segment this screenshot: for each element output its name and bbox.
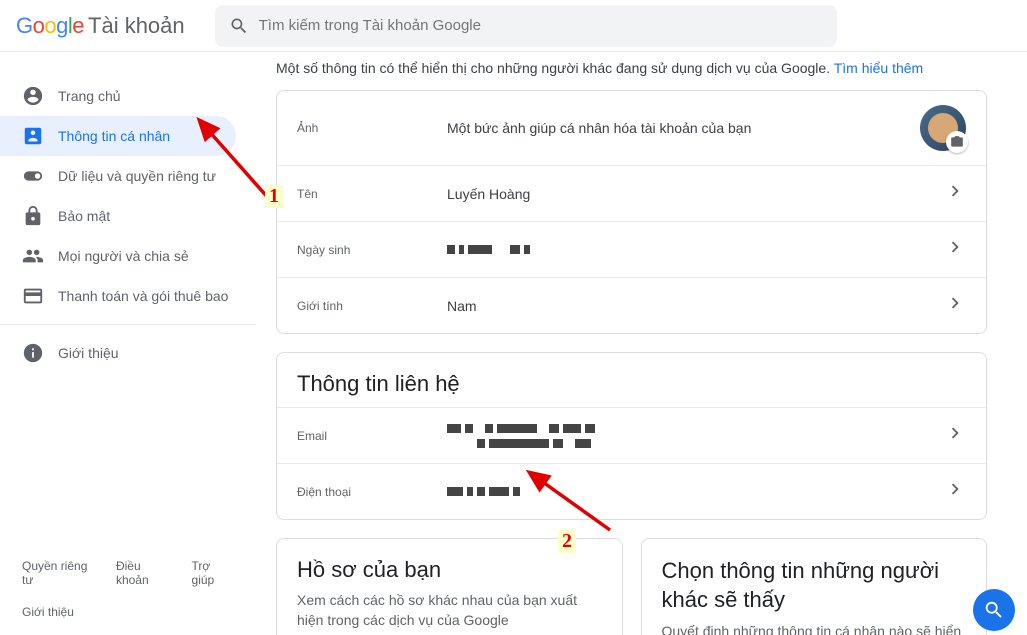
chevron-right-icon xyxy=(944,292,966,319)
card-title: Chọn thông tin những người khác sẽ thấy xyxy=(662,557,967,614)
card-description: Quyết định những thông tin cá nhân nào s… xyxy=(662,622,967,635)
visibility-card[interactable]: Chọn thông tin những người khác sẽ thấy … xyxy=(641,538,988,635)
row-label: Giới tính xyxy=(297,299,447,313)
row-value: Luyến Hoàng xyxy=(447,186,944,202)
floating-search-button[interactable] xyxy=(973,589,1015,631)
sidebar-item-home[interactable]: Trang chủ xyxy=(0,76,236,116)
row-email[interactable]: Email xyxy=(277,407,986,463)
sidebar-item-security[interactable]: Bảo mật xyxy=(0,196,236,236)
camera-icon xyxy=(950,135,964,149)
search-icon xyxy=(229,16,249,36)
footer-link-privacy[interactable]: Quyền riêng tư xyxy=(22,559,98,587)
user-circle-icon xyxy=(22,85,44,107)
app-name: Tài khoản xyxy=(88,13,185,39)
lock-icon xyxy=(22,205,44,227)
sidebar-item-label: Thông tin cá nhân xyxy=(58,128,170,144)
contact-info-card: Thông tin liên hệ Email Điện thoại xyxy=(276,352,987,520)
sidebar: Trang chủ Thông tin cá nhân Dữ liệu và q… xyxy=(0,52,256,635)
row-label: Email xyxy=(297,429,447,443)
row-label: Ngày sinh xyxy=(297,243,447,257)
chevron-right-icon xyxy=(944,180,966,207)
google-logo-group[interactable]: Google Tài khoản xyxy=(16,13,185,39)
sidebar-item-label: Thanh toán và gói thuê bao xyxy=(58,288,228,304)
card-title: Thông tin liên hệ xyxy=(277,353,986,407)
row-label: Tên xyxy=(297,187,447,201)
sidebar-item-label: Dữ liệu và quyền riêng tư xyxy=(58,168,216,184)
card-icon xyxy=(22,285,44,307)
card-description: Xem cách các hồ sơ khác nhau của bạn xuấ… xyxy=(297,591,602,630)
info-icon xyxy=(22,342,44,364)
row-value-redacted xyxy=(447,487,944,496)
row-value: Nam xyxy=(447,298,944,314)
row-value-redacted xyxy=(447,245,944,254)
people-icon xyxy=(22,245,44,267)
sidebar-item-about[interactable]: Giới thiệu xyxy=(0,333,236,373)
chevron-right-icon xyxy=(944,478,966,505)
search-bar[interactable] xyxy=(215,5,837,47)
intro-text: Một số thông tin có thể hiển thị cho nhữ… xyxy=(276,60,834,76)
toggle-icon xyxy=(22,165,44,187)
footer-link-help[interactable]: Trợ giúp xyxy=(192,559,234,587)
sidebar-item-personal-info[interactable]: Thông tin cá nhân xyxy=(0,116,236,156)
id-card-icon xyxy=(22,125,44,147)
profile-card[interactable]: Hồ sơ của bạn Xem cách các hồ sơ khác nh… xyxy=(276,538,623,635)
sidebar-item-label: Bảo mật xyxy=(58,208,110,224)
row-photo[interactable]: Ảnh Một bức ảnh giúp cá nhân hóa tài kho… xyxy=(277,91,986,165)
row-value-redacted xyxy=(447,424,944,448)
row-phone[interactable]: Điện thoại xyxy=(277,463,986,519)
search-input[interactable] xyxy=(259,17,823,34)
footer-link-terms[interactable]: Điều khoản xyxy=(116,559,174,587)
sidebar-item-label: Mọi người và chia sẻ xyxy=(58,248,189,264)
learn-more-link[interactable]: Tìm hiểu thêm xyxy=(834,60,923,76)
avatar[interactable] xyxy=(920,105,966,151)
chevron-right-icon xyxy=(944,422,966,449)
sidebar-item-payments[interactable]: Thanh toán và gói thuê bao xyxy=(0,276,236,316)
row-gender[interactable]: Giới tính Nam xyxy=(277,277,986,333)
row-birthday[interactable]: Ngày sinh xyxy=(277,221,986,277)
search-icon xyxy=(983,599,1005,621)
section-intro: Một số thông tin có thể hiển thị cho nhữ… xyxy=(276,52,987,90)
divider xyxy=(0,324,256,325)
sidebar-footer: Quyền riêng tư Điều khoản Trợ giúp Giới … xyxy=(0,559,256,635)
app-header: Google Tài khoản xyxy=(0,0,1027,52)
sidebar-item-label: Giới thiệu xyxy=(58,345,119,361)
chevron-right-icon xyxy=(944,236,966,263)
row-name[interactable]: Tên Luyến Hoàng xyxy=(277,165,986,221)
row-label: Điện thoại xyxy=(297,485,447,499)
basic-info-card: Ảnh Một bức ảnh giúp cá nhân hóa tài kho… xyxy=(276,90,987,334)
sidebar-item-data-privacy[interactable]: Dữ liệu và quyền riêng tư xyxy=(0,156,236,196)
sidebar-item-people-sharing[interactable]: Mọi người và chia sẻ xyxy=(0,236,236,276)
footer-link-about[interactable]: Giới thiệu xyxy=(22,605,74,619)
row-value: Một bức ảnh giúp cá nhân hóa tài khoản c… xyxy=(447,120,920,136)
sidebar-item-label: Trang chủ xyxy=(58,88,121,104)
card-title: Hồ sơ của bạn xyxy=(297,557,602,583)
google-logo: Google xyxy=(16,13,84,39)
row-label: Ảnh xyxy=(297,121,447,135)
main-content: Một số thông tin có thể hiển thị cho nhữ… xyxy=(256,52,1027,635)
